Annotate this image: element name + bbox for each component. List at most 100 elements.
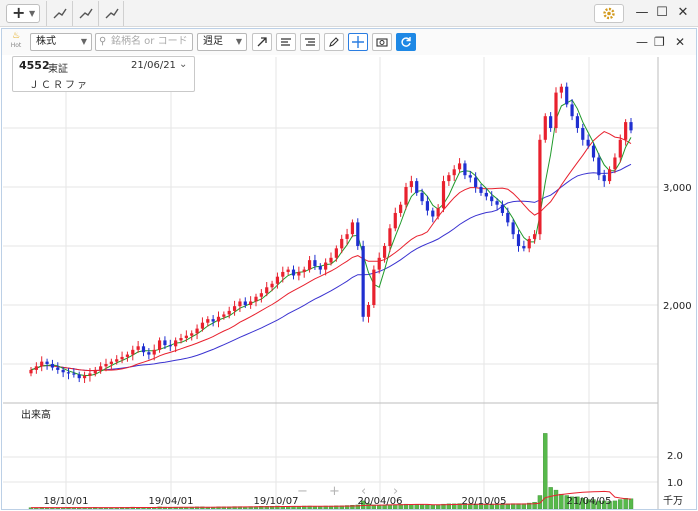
crosshair-tool-button[interactable] <box>348 33 368 51</box>
volume-bar <box>618 499 623 509</box>
candle-body <box>581 128 585 140</box>
pencil-icon <box>329 37 339 47</box>
candle-body <box>109 361 113 364</box>
candle-body <box>425 201 430 211</box>
candle-body <box>45 361 49 364</box>
symbol-market: 東証 <box>48 64 68 75</box>
symbol-info-box: 4552 東証 21/06/21 ⌄ ＪＣＲファ <box>12 56 195 92</box>
candle-body <box>554 92 558 128</box>
maximize-icon[interactable]: ☐ <box>654 5 670 20</box>
candle-body <box>66 372 71 374</box>
panel-restore-icon[interactable]: ❐ <box>654 35 665 49</box>
candle-body <box>270 283 274 288</box>
chart-tab-3[interactable] <box>98 1 124 26</box>
candle-body <box>275 276 280 284</box>
candle-body <box>495 201 499 205</box>
volume-bar <box>628 498 634 509</box>
period-select[interactable]: 週足 ▼ <box>197 33 247 51</box>
candle-body <box>265 287 269 294</box>
settings-button[interactable] <box>594 4 624 23</box>
candle-body <box>511 222 515 235</box>
candle-body <box>211 319 215 322</box>
candle-body <box>345 234 349 239</box>
candle-body <box>131 349 135 355</box>
candle-body <box>40 361 44 367</box>
candle-body <box>479 187 483 193</box>
screenshot-button[interactable] <box>372 33 392 51</box>
volume-bar <box>425 504 430 509</box>
candle-body <box>431 210 435 217</box>
info-date: 21/06/21 <box>131 60 176 71</box>
candle-body <box>532 234 537 239</box>
candle-body <box>249 301 253 305</box>
volume-pane-label: 出来高 <box>21 408 51 421</box>
add-chart-button[interactable]: + ▼ <box>6 3 40 23</box>
candle-body <box>404 187 408 205</box>
candle-body <box>136 346 140 350</box>
draw-tool-button[interactable] <box>324 33 344 51</box>
scroll-left-icon[interactable]: ‹ <box>361 484 366 499</box>
candle-body <box>457 163 462 170</box>
align-left-tool-button[interactable] <box>276 33 296 51</box>
candle-body <box>399 204 403 213</box>
symbol-search-input[interactable]: ⚲ 銘柄名 or コード <box>95 33 193 51</box>
candle-body <box>259 293 263 297</box>
volume-bar <box>612 500 618 509</box>
chevron-down-icon: ▼ <box>80 37 87 46</box>
candle-body <box>538 139 542 235</box>
hot-icon[interactable]: ♨ Hot <box>8 32 24 50</box>
candle-body <box>286 269 290 272</box>
candle-body <box>200 322 205 329</box>
scroll-right-icon[interactable]: › <box>393 484 398 499</box>
candle-body <box>591 145 596 158</box>
align-right-icon <box>305 38 315 46</box>
candle-body <box>157 340 162 350</box>
volume-unit-label: 千万 <box>663 495 683 507</box>
candle-body <box>463 163 467 176</box>
align-right-tool-button[interactable] <box>300 33 320 51</box>
candle-body <box>436 208 440 217</box>
candle-body <box>318 266 322 270</box>
candle-body <box>291 269 296 276</box>
price-chart[interactable]: 18/10/01 19/04/01 19/10/07 20/04/06 20/10/05… <box>3 57 697 509</box>
chevron-down-circle-icon[interactable]: ⌄ <box>179 59 187 70</box>
candle-body <box>452 169 456 176</box>
candle-body <box>227 310 231 315</box>
refresh-button[interactable] <box>396 33 416 51</box>
volume-tick-label: 1.0 <box>667 478 683 489</box>
period-select-value: 週足 <box>203 36 223 47</box>
chart-toolbar: ♨ Hot 株式 ▼ ⚲ 銘柄名 or コード 週足 ▼ — ❐ ✕ <box>2 29 696 55</box>
candle-body <box>597 157 601 176</box>
chart-grid <box>3 57 658 509</box>
candle-body <box>388 228 392 246</box>
market-select[interactable]: 株式 ▼ <box>30 33 92 51</box>
candle-body <box>232 306 237 311</box>
panel-close-icon[interactable]: ✕ <box>675 35 685 49</box>
candle-body <box>216 316 221 322</box>
search-placeholder: 銘柄名 or コード <box>111 36 188 47</box>
candle-body <box>409 181 413 187</box>
candle-body <box>115 359 119 362</box>
plus-icon: + <box>12 3 26 22</box>
zoom-in-icon[interactable]: + <box>329 484 340 499</box>
search-icon: ⚲ <box>99 36 107 47</box>
chart-tab-1[interactable] <box>46 1 72 26</box>
chevron-down-icon: ▼ <box>29 9 36 18</box>
volume-bar <box>623 498 628 509</box>
align-left-icon <box>281 38 291 46</box>
minimize-icon[interactable]: — <box>634 5 650 20</box>
camera-icon <box>376 38 388 47</box>
panel-minimize-icon[interactable]: — <box>636 35 648 49</box>
candle-body <box>565 86 569 105</box>
candle-body <box>307 260 312 270</box>
chart-tab-2[interactable] <box>72 1 98 26</box>
volume-bar <box>409 504 414 509</box>
zoom-out-icon[interactable]: − <box>297 484 308 499</box>
candle-body <box>415 181 419 193</box>
candle-body <box>484 192 488 197</box>
volume-bar <box>419 504 425 509</box>
close-icon[interactable]: ✕ <box>675 5 691 20</box>
candle-body <box>334 248 338 258</box>
candle-body <box>222 314 226 317</box>
trendline-tool-button[interactable] <box>252 33 272 51</box>
